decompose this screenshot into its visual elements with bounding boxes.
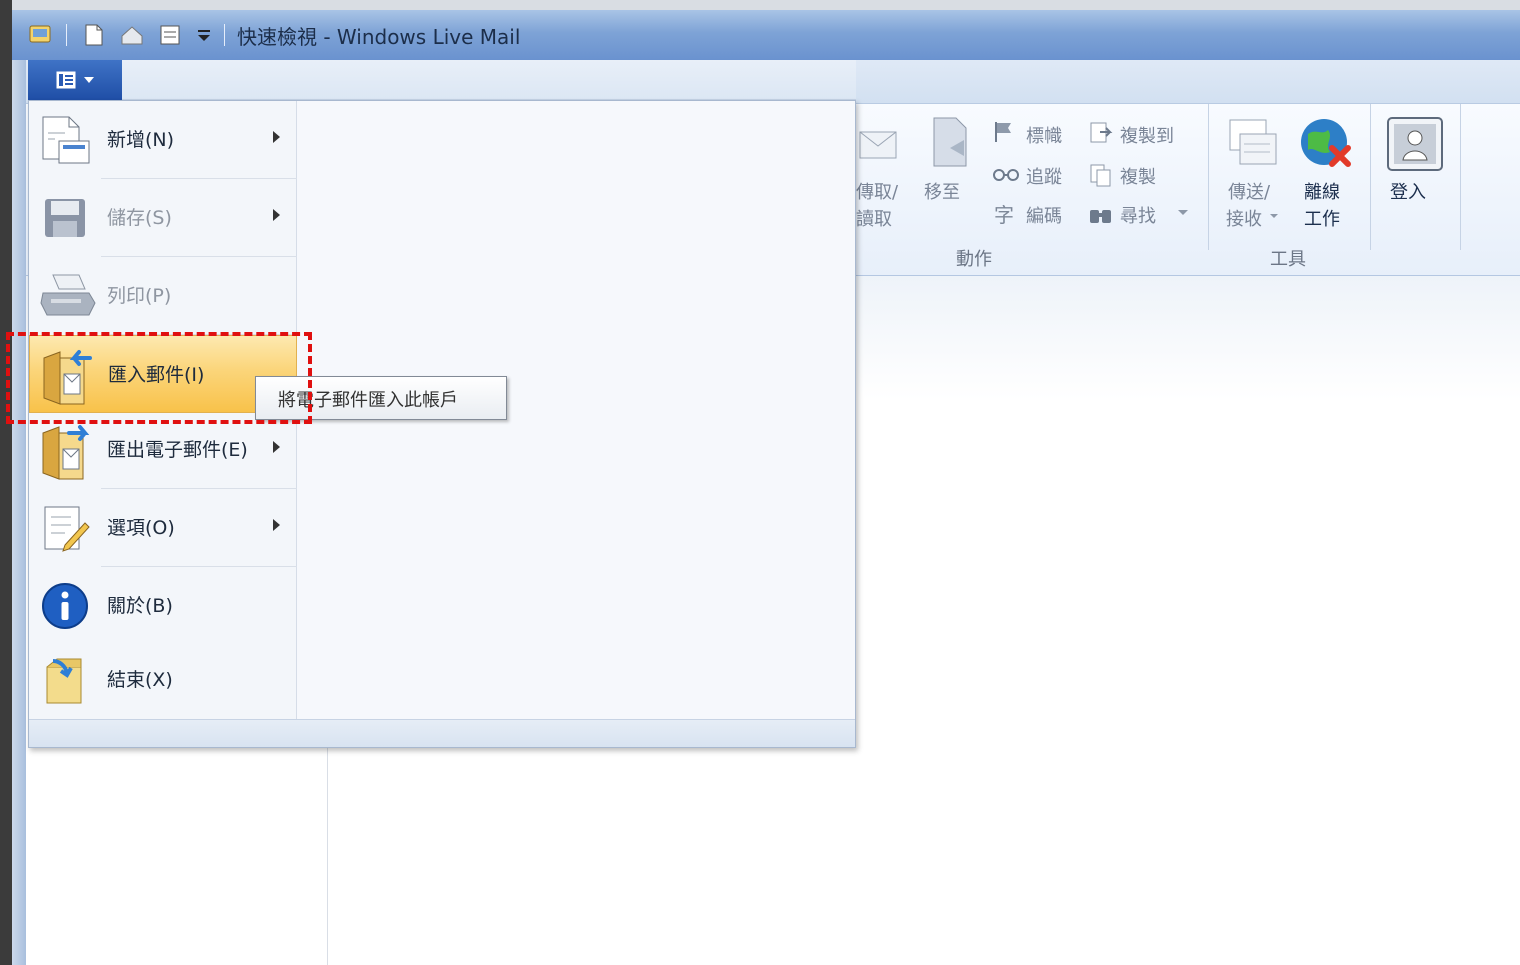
menu-item-save-label: 儲存(S) [107, 207, 172, 229]
submenu-arrow-icon [273, 131, 280, 143]
send-receive-icon[interactable] [1226, 116, 1280, 172]
file-menu-icon [56, 71, 76, 89]
send-receive-label-2[interactable]: 接收 [1226, 205, 1262, 231]
file-menu-header-strip [122, 60, 856, 100]
send-receive-partial-label-1[interactable]: 傳取/ [856, 178, 898, 204]
menu-item-print-label: 列印(P) [107, 285, 172, 307]
work-offline-label-1[interactable]: 離線 [1304, 178, 1340, 204]
flag-label[interactable]: 標幟 [1026, 122, 1062, 148]
find-dropdown-icon[interactable] [1178, 210, 1188, 215]
copy-icon[interactable] [1088, 162, 1114, 192]
title-bar: 快速檢視 - Windows Live Mail [12, 10, 1520, 60]
watch-label[interactable]: 追蹤 [1026, 163, 1062, 189]
menu-item-exit-label: 結束(X) [107, 669, 173, 691]
work-offline-label-2[interactable]: 工作 [1304, 205, 1340, 231]
submenu-arrow-icon [273, 441, 280, 453]
menu-item-save[interactable]: 儲存(S) [29, 179, 297, 257]
exit-icon [39, 653, 93, 707]
group-label-actions: 動作 [956, 249, 992, 270]
window-left-frame [12, 60, 26, 965]
send-receive-partial-icon[interactable] [856, 120, 900, 168]
send-receive-label-1[interactable]: 傳送/ [1228, 178, 1270, 204]
qat-separator [66, 24, 67, 46]
copy-label[interactable]: 複製 [1120, 163, 1156, 189]
encoding-label[interactable]: 編碼 [1026, 202, 1062, 228]
qat-separator [224, 24, 225, 46]
send-receive-dropdown-icon[interactable] [1270, 214, 1278, 218]
window-title: 快速檢視 - Windows Live Mail [237, 25, 521, 49]
flag-icon[interactable] [992, 120, 1018, 148]
move-to-label[interactable]: 移至 [924, 178, 960, 204]
copy-to-label[interactable]: 複製到 [1120, 122, 1174, 148]
chevron-down-icon [84, 77, 94, 83]
menu-item-new[interactable]: 新增(N) [29, 101, 297, 179]
send-receive-partial-label-2[interactable]: 讀取 [856, 205, 892, 231]
copy-to-icon[interactable] [1088, 120, 1114, 150]
menu-item-options[interactable]: 選項(O) [29, 489, 297, 567]
svg-text:字: 字 [994, 203, 1014, 227]
menu-item-about[interactable]: 關於(B) [29, 567, 297, 645]
new-message-icon[interactable] [80, 20, 108, 50]
new-document-icon [39, 113, 93, 167]
group-separator [1370, 104, 1371, 250]
group-label-tools: 工具 [1270, 249, 1306, 270]
desktop-edge [0, 0, 12, 965]
file-menu-panel: 新增(N) 儲存(S) 列印(P) 匯入郵件(I) 匯出電子郵件(E) 選項(O… [28, 100, 856, 748]
options-icon [39, 501, 93, 555]
submenu-arrow-icon [273, 519, 280, 531]
file-menu-button[interactable] [28, 60, 122, 100]
customize-qat-icon[interactable] [190, 20, 218, 50]
watch-icon[interactable] [992, 164, 1020, 188]
encoding-icon[interactable]: 字 [992, 200, 1020, 232]
info-icon [39, 579, 93, 633]
printer-icon [39, 269, 96, 323]
menu-item-exit[interactable]: 結束(X) [29, 641, 297, 719]
reply-icon[interactable] [118, 20, 146, 50]
submenu-arrow-icon [273, 209, 280, 221]
globe-offline-icon[interactable] [1298, 116, 1354, 176]
find-label[interactable]: 尋找 [1120, 202, 1156, 228]
file-menu-footer [29, 719, 855, 747]
menu-item-export-mail-label: 匯出電子郵件(E) [107, 439, 248, 461]
annotation-highlight-box [6, 332, 312, 424]
menu-item-new-label: 新增(N) [107, 129, 175, 151]
app-icon[interactable] [28, 22, 52, 46]
export-mail-icon [39, 423, 93, 480]
sign-in-label[interactable]: 登入 [1390, 178, 1426, 204]
save-icon [39, 191, 93, 245]
group-separator [1208, 104, 1209, 250]
desktop-strip [0, 0, 1520, 10]
menu-item-about-label: 關於(B) [107, 595, 173, 617]
menu-item-print[interactable]: 列印(P) [29, 257, 297, 335]
send-receive-icon[interactable] [156, 20, 184, 50]
user-signin-icon[interactable] [1386, 116, 1444, 178]
move-to-icon[interactable] [928, 114, 974, 174]
group-separator [1460, 104, 1461, 250]
menu-item-options-label: 選項(O) [107, 517, 175, 539]
find-icon[interactable] [1088, 202, 1114, 230]
